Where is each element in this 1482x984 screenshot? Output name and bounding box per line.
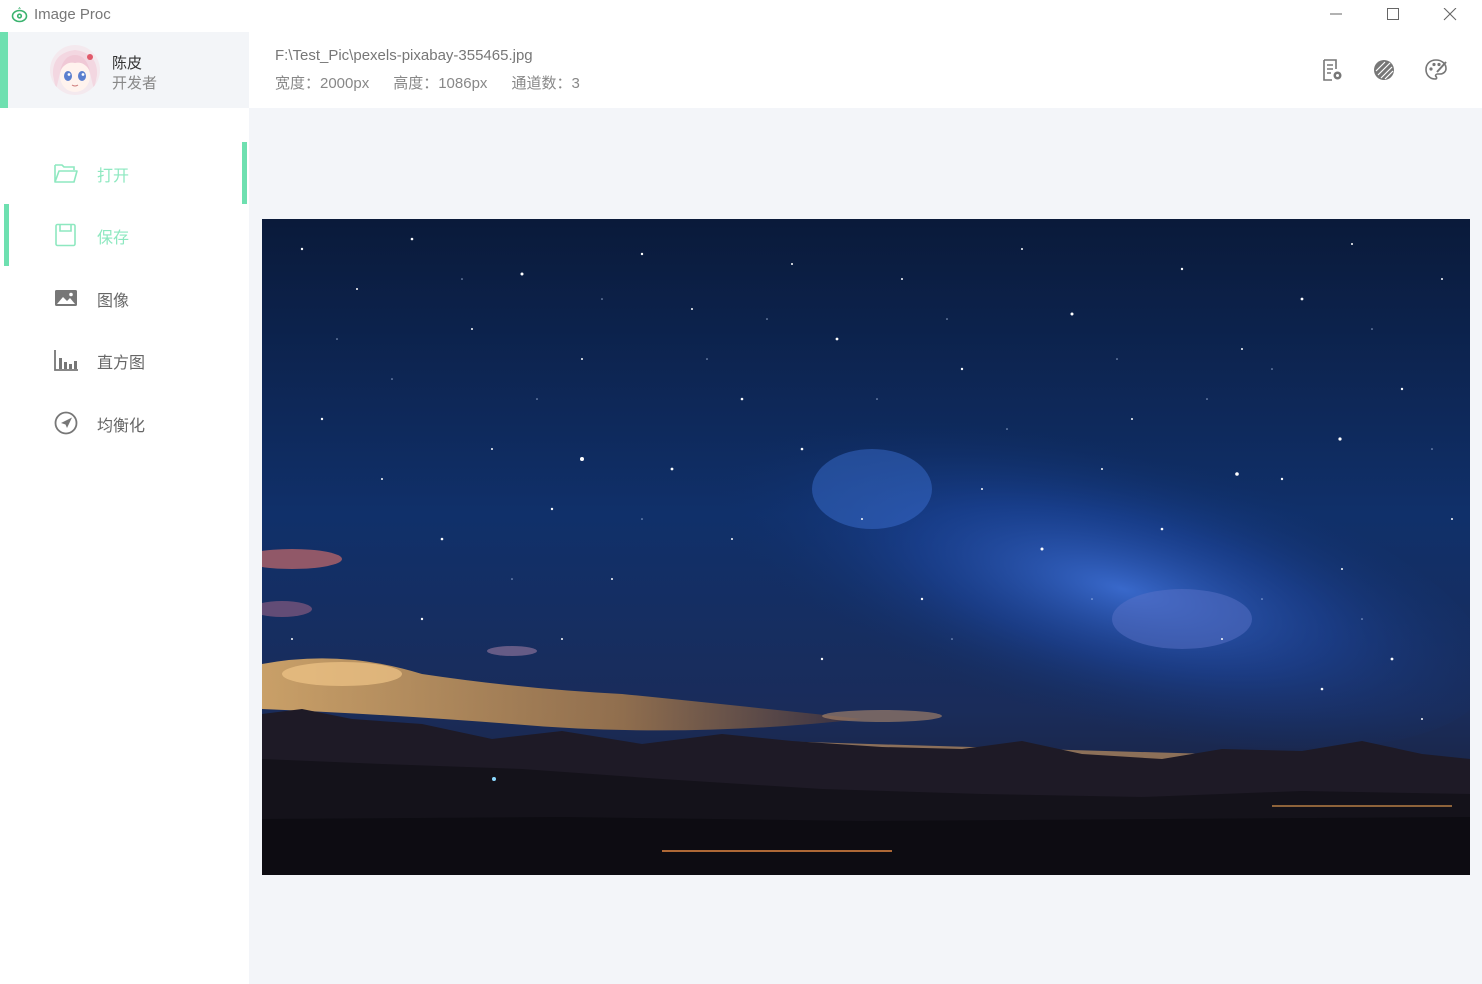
nav-item-equalize[interactable]: 均衡化	[0, 392, 249, 454]
nav-label-histogram: 直方图	[97, 355, 146, 372]
user-role: 开发者	[112, 75, 158, 92]
user-name: 陈皮	[112, 55, 143, 72]
user-profile: 陈皮 开发者	[0, 32, 249, 108]
app-eye-icon	[11, 7, 28, 23]
hover-indicator	[4, 204, 9, 266]
nav-label-equalize: 均衡化	[97, 418, 146, 435]
starry-night-photo	[262, 219, 1470, 875]
image-height: 高度：1086px	[393, 75, 488, 92]
avatar[interactable]	[50, 45, 100, 95]
maximize-icon	[1387, 8, 1399, 20]
image-width: 宽度：2000px	[275, 75, 370, 92]
nav-item-save[interactable]: 保存	[0, 204, 249, 266]
nav-item-image[interactable]: 图像	[0, 267, 249, 329]
close-icon	[1443, 8, 1457, 21]
sidebar: 陈皮 开发者 打开 保存 图像 直方图 均衡化	[0, 32, 249, 984]
image-info-row: 宽度：2000px 高度：1086px 通道数：3	[275, 72, 580, 93]
save-icon	[55, 223, 76, 247]
active-indicator	[242, 142, 247, 204]
compass-icon	[54, 411, 78, 435]
file-path: F:\Test_Pic\pexels-pixabay-355465.jpg	[275, 47, 533, 64]
folder-open-icon	[54, 164, 78, 183]
app-title: Image Proc	[34, 6, 111, 23]
close-button[interactable]	[1424, 0, 1476, 30]
image-channels: 通道数：3	[511, 75, 580, 92]
anime-avatar-icon	[50, 45, 100, 95]
file-info-header: F:\Test_Pic\pexels-pixabay-355465.jpg 宽度…	[249, 32, 1482, 108]
nav-label-open: 打开	[97, 168, 130, 185]
title-bar: Image Proc	[0, 0, 1482, 32]
maximize-button[interactable]	[1367, 0, 1419, 30]
minimize-button[interactable]	[1310, 0, 1362, 30]
document-settings-icon[interactable]	[1320, 58, 1344, 82]
minimize-icon	[1330, 13, 1342, 15]
palette-icon[interactable]	[1424, 58, 1448, 82]
nav-label-image: 图像	[97, 293, 130, 310]
image-preview[interactable]	[262, 219, 1470, 875]
nav-item-open[interactable]: 打开	[0, 142, 249, 204]
image-canvas-area	[249, 108, 1482, 984]
nav-label-save: 保存	[97, 230, 130, 247]
contrast-icon[interactable]	[1372, 58, 1396, 82]
profile-accent-bar	[0, 32, 8, 108]
image-icon	[55, 290, 77, 306]
histogram-icon	[54, 350, 78, 371]
nav-item-histogram[interactable]: 直方图	[0, 329, 249, 391]
